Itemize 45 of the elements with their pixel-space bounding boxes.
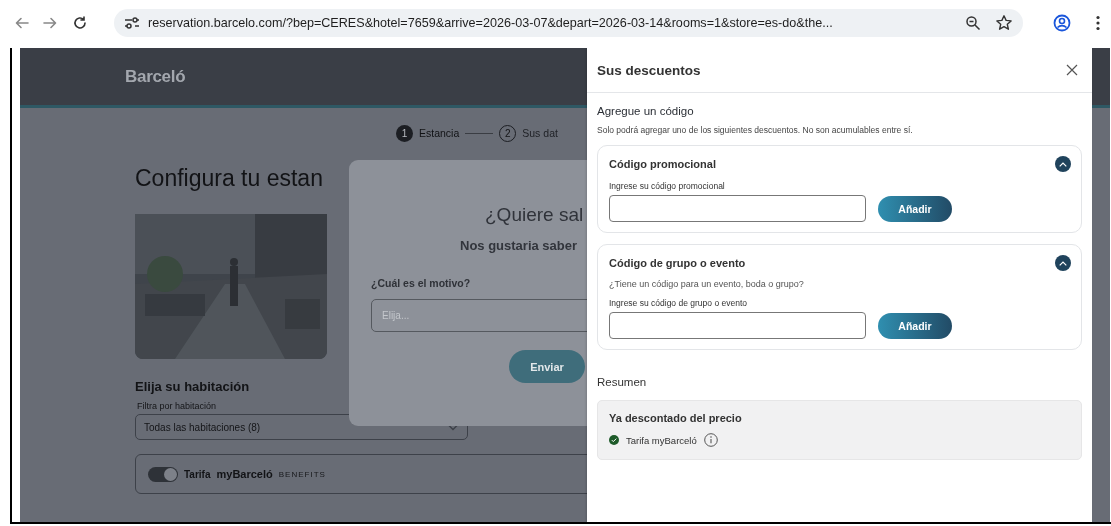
discount-name: Tarifa myBarceló	[626, 434, 697, 446]
add-button[interactable]: Añadir	[878, 195, 952, 222]
card-description: ¿Tiene un código para un evento, boda o grupo?	[609, 279, 804, 289]
code-input[interactable]	[609, 312, 866, 339]
close-icon[interactable]	[1066, 64, 1078, 76]
logo[interactable]: Barceló	[125, 66, 186, 87]
section-heading: Agregue un código	[597, 105, 694, 117]
card-title: Código promocional	[609, 158, 716, 170]
menu-icon[interactable]	[1095, 15, 1101, 31]
code-input[interactable]	[609, 195, 866, 222]
brand-name: myBarceló	[216, 468, 273, 480]
card-title: Código de grupo o evento	[609, 257, 746, 269]
section-heading: Resumen	[597, 376, 647, 388]
chevron-up-icon	[1059, 161, 1067, 167]
submit-button[interactable]: Enviar	[509, 350, 585, 383]
modal-title: ¿Quiere sal	[485, 204, 584, 226]
star-icon[interactable]	[995, 14, 1013, 32]
collapse-button[interactable]	[1055, 255, 1071, 271]
info-note: Solo podrá agregar uno de los siguientes descuentos. No son acumulables entre sí.	[597, 125, 913, 135]
question-label: ¿Cuál es el motivo?	[371, 277, 471, 289]
field-label: Ingrese su código promocional	[609, 181, 725, 191]
panel-title: Sus descuentos	[597, 62, 701, 78]
step-number: 1	[396, 124, 413, 142]
info-icon[interactable]	[703, 433, 718, 447]
forward-icon[interactable]	[42, 15, 58, 31]
field-label: Filtra por habitación	[137, 401, 217, 411]
step-label: Sus dat	[522, 127, 558, 139]
modal-subtitle: Nos gustaria saber	[460, 238, 578, 253]
toggle-label: Tarifa	[184, 468, 211, 480]
step-label: Estancia	[419, 127, 460, 139]
back-icon[interactable]	[14, 15, 30, 31]
zoom-icon[interactable]	[965, 15, 981, 31]
page-title: Configura tu estan	[135, 165, 323, 192]
profile-icon[interactable]	[1053, 14, 1071, 32]
summary-title: Ya descontado del precio	[609, 412, 742, 424]
rate-toggle[interactable]	[148, 466, 178, 482]
reload-icon[interactable]	[72, 15, 88, 31]
section-heading: Elija su habitación	[135, 379, 250, 394]
url-text: reservation.barcelo.com/?bep=CERES&hotel=7659&arrive=2026-03-07&depart=2026-03-14&rooms=1&store=es-do&the...	[148, 16, 834, 30]
brand-tag: BENEFITS	[278, 469, 326, 479]
add-button[interactable]: Añadir	[878, 312, 952, 339]
address-bar[interactable]: reservation.barcelo.com/?bep=CERES&hotel=7659&arrive=2026-03-07&depart=2026-03-14&rooms=1&store=es-do&the...	[114, 9, 1023, 37]
site-settings-icon[interactable]	[124, 16, 140, 30]
collapse-button[interactable]	[1055, 156, 1071, 172]
chevron-up-icon	[1059, 260, 1067, 266]
